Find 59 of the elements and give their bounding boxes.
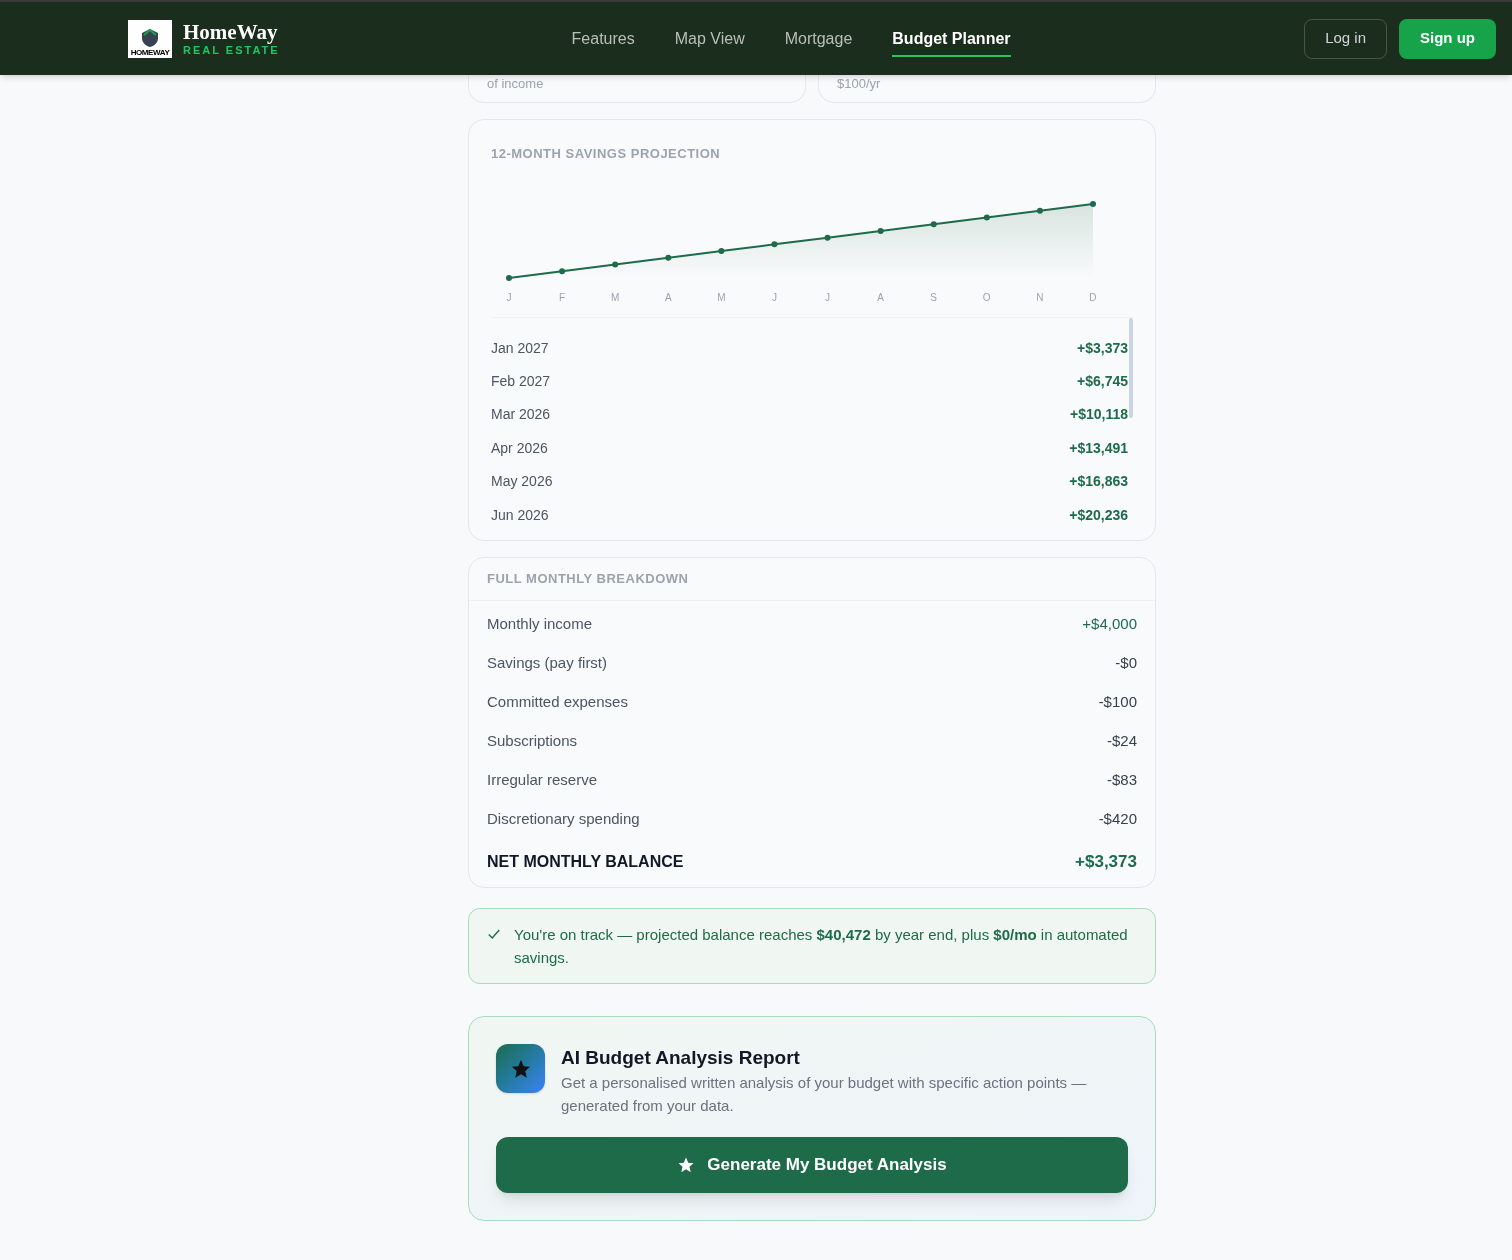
net-balance-label: NET MONTHLY BALANCE <box>487 852 684 872</box>
projection-amount: +$6,745 <box>1077 372 1128 392</box>
star-icon <box>677 1156 696 1174</box>
check-icon <box>487 927 501 941</box>
breakdown-amount: -$100 <box>1098 692 1137 713</box>
nav-link[interactable]: Budget Planner <box>892 26 1011 57</box>
card-note: of income <box>487 77 544 90</box>
breakdown-label: Discretionary spending <box>487 809 640 830</box>
month-label: D <box>1088 290 1098 305</box>
month-label: J <box>505 290 513 305</box>
net-balance-amount: +$3,373 <box>1075 851 1137 874</box>
card-note: $100/yr <box>837 77 881 90</box>
generate-analysis-button[interactable]: Generate My Budget Analysis <box>496 1137 1128 1193</box>
breakdown-amount: -$24 <box>1106 731 1137 752</box>
shield-icon <box>140 26 160 49</box>
breakdown-amount: -$83 <box>1106 770 1137 791</box>
logo-caption: HOMEWAY <box>130 48 170 57</box>
month-label: J <box>770 290 778 305</box>
brand-name: HomeWay <box>183 21 279 43</box>
logo[interactable]: HOMEWAY <box>128 19 172 58</box>
projection-month: Jun 2026 <box>491 505 549 525</box>
projection-month: Apr 2026 <box>491 438 548 458</box>
nav-link[interactable]: Mortgage <box>784 26 853 57</box>
section-title: FULL MONTHLY BREAKDOWN <box>469 558 1155 601</box>
month-label: M <box>610 290 621 305</box>
nav-link[interactable]: Map View <box>674 26 745 57</box>
projection-month: Feb 2027 <box>491 372 551 392</box>
breakdown-amount: -$420 <box>1098 809 1137 830</box>
projection-amount: +$20,236 <box>1069 505 1128 525</box>
month-label: J <box>823 290 831 305</box>
projection-amount: +$10,118 <box>1070 405 1128 425</box>
brand-tagline: REAL ESTATE <box>183 44 280 56</box>
projection-month: Jan 2027 <box>491 338 549 358</box>
scrollbar[interactable] <box>1129 317 1133 418</box>
breakdown-amount: -$0 <box>1115 653 1137 674</box>
report-description: Get a personalised written analysis of your budget with specific action points — generated from your data. <box>561 1073 1088 1116</box>
projection-amount: +$16,863 <box>1069 472 1128 492</box>
breakdown-label: Monthly income <box>487 614 593 635</box>
status-message: You're on track — projected balance reaches $40,472 by year end, plus $0/mo in automated savings. <box>514 925 1129 968</box>
month-label: A <box>663 290 673 305</box>
month-label: M <box>716 290 727 305</box>
report-title: AI Budget Analysis Report <box>561 1046 801 1070</box>
nav-link[interactable]: Features <box>571 26 635 57</box>
login-button[interactable]: Log in <box>1304 18 1387 59</box>
month-label: A <box>876 290 885 305</box>
section-title: 12-MONTH SAVINGS PROJECTION <box>491 145 722 163</box>
breakdown-label: Committed expenses <box>487 692 628 713</box>
projection-amount: +$13,491 <box>1069 438 1128 458</box>
projection-month: May 2026 <box>491 472 553 492</box>
breakdown-amount: +$4,000 <box>1082 614 1137 635</box>
breakdown-label: Savings (pay first) <box>487 653 608 674</box>
month-label: N <box>1035 290 1045 305</box>
breakdown-label: Irregular reserve <box>487 770 598 791</box>
month-label: O <box>981 290 992 305</box>
month-label: S <box>929 290 938 305</box>
breakdown-label: Subscriptions <box>487 731 578 752</box>
projection-month: Mar 2026 <box>491 405 551 425</box>
projection-amount: +$3,373 <box>1077 338 1128 358</box>
month-label: F <box>558 290 567 305</box>
